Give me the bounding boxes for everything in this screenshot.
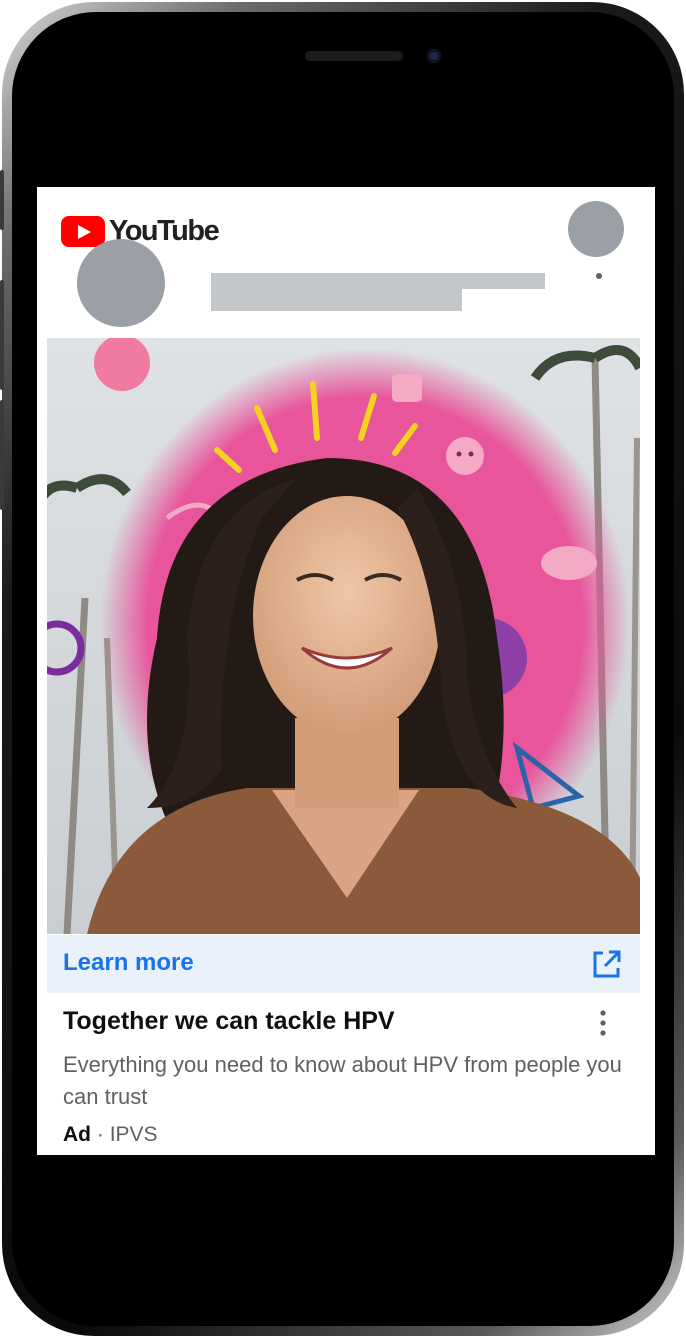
mute-switch <box>0 170 4 230</box>
ad-headline[interactable]: Together we can tackle HPV <box>63 1007 395 1036</box>
meta-separator: · <box>96 1123 104 1146</box>
ad-photo-illustration <box>47 338 640 934</box>
youtube-play-icon <box>61 215 105 247</box>
channel-avatar-placeholder <box>77 239 165 327</box>
learn-more-bar[interactable]: Learn more <box>47 935 640 993</box>
ad-description: Everything you need to know about HPV fr… <box>63 1052 622 1109</box>
indicator-dot <box>596 273 602 279</box>
ad-creative-image[interactable] <box>47 338 640 934</box>
front-camera <box>427 49 441 63</box>
ad-badge: Ad <box>63 1123 91 1146</box>
ad-meta-line: Ad · IPVS <box>63 1123 158 1147</box>
subtitle-placeholder-bar <box>211 289 462 311</box>
earpiece-speaker <box>305 51 403 61</box>
open-in-new-icon[interactable] <box>590 947 624 981</box>
learn-more-link[interactable]: Learn more <box>63 949 194 977</box>
phone-screen: YouTube Learn more Together we can tackl… <box>37 187 655 1155</box>
title-placeholder-bar <box>211 273 545 289</box>
more-vert-icon[interactable] <box>593 1008 613 1038</box>
volume-down-button <box>0 400 4 510</box>
account-avatar[interactable] <box>568 201 624 257</box>
advertiser-name[interactable]: IPVS <box>110 1123 158 1146</box>
volume-up-button <box>0 280 4 390</box>
